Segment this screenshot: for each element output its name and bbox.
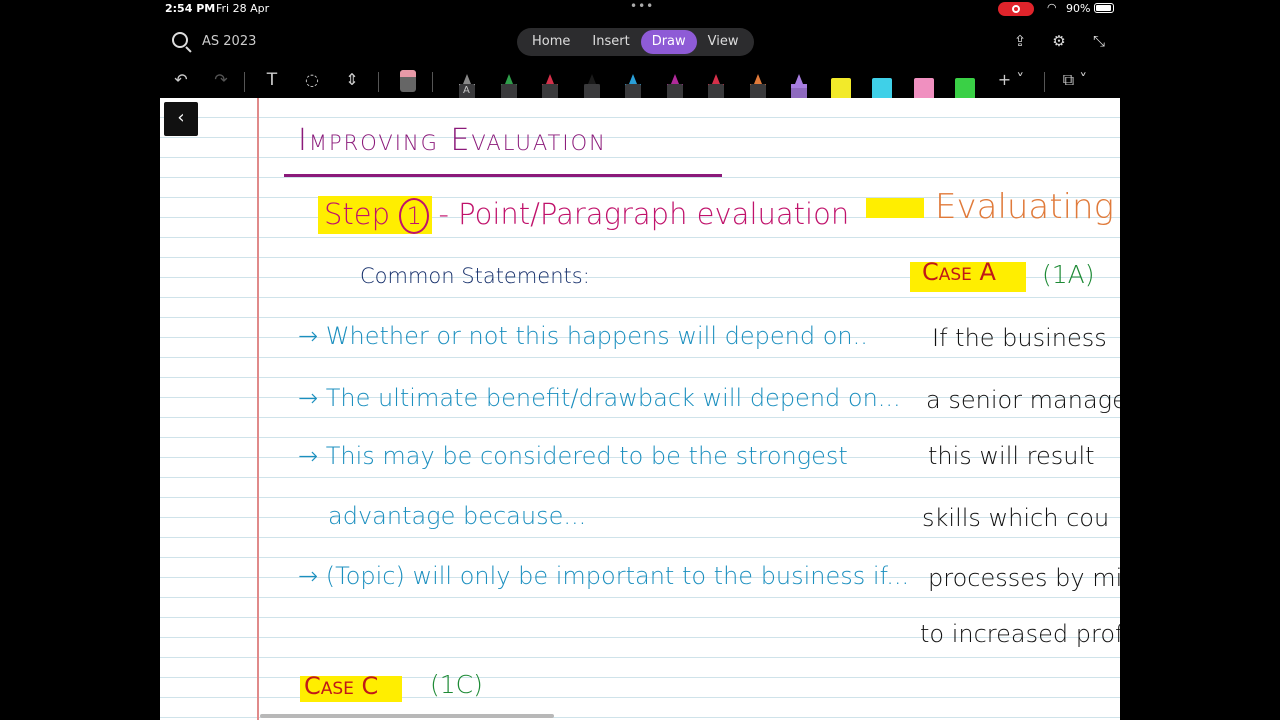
collapse-icon[interactable]: ⤡: [1090, 32, 1108, 50]
pen-tool-1[interactable]: A: [459, 66, 475, 98]
highlighter-pink[interactable]: [914, 78, 934, 98]
pen-label: A: [463, 85, 470, 96]
wifi-icon: ◠: [1047, 1, 1057, 14]
step-label: Step: [324, 197, 391, 231]
yellow-mark: [866, 198, 924, 218]
bullet-3-continued: advantage because...: [328, 502, 587, 530]
battery-icon: [1094, 3, 1114, 13]
search-icon[interactable]: [172, 32, 188, 48]
gear-icon[interactable]: ⚙: [1050, 32, 1068, 50]
step-heading: Step 1 - Point/Paragraph evaluation: [324, 198, 849, 234]
undo-icon[interactable]: ↶: [170, 70, 192, 89]
step-number: 1: [399, 198, 430, 234]
back-button[interactable]: ‹: [164, 102, 198, 136]
evaluating-heading: Evaluating be: [935, 187, 1120, 227]
case-a-line-3: this will result: [928, 442, 1095, 470]
case-a-line-1: If the business: [932, 324, 1107, 352]
pen-tool-5[interactable]: [625, 66, 641, 98]
bullet-4: → (Topic) will only be important to the …: [298, 562, 910, 590]
screen-recording-icon[interactable]: [998, 2, 1034, 16]
pen-tool-8[interactable]: [750, 66, 766, 98]
case-a-line-6: to increased prof: [920, 620, 1120, 648]
ipad-screen: 2:54 PM Fri 28 Apr ••• ◠ 90% AS 2023 Hom…: [160, 0, 1120, 720]
bullet-2-text: The ultimate benefit/drawback will depen…: [325, 384, 901, 412]
bullet-4-text: (Topic) will only be important to the bu…: [325, 562, 910, 590]
share-icon[interactable]: ⇪: [1011, 32, 1029, 50]
pen-tool-9-selected[interactable]: [791, 64, 807, 98]
case-c-code: (1C): [430, 670, 483, 699]
text-tool-icon[interactable]: T: [261, 70, 283, 90]
tab-draw[interactable]: Draw: [640, 30, 697, 54]
page-margin-line: [257, 98, 259, 720]
title-underline: [284, 174, 722, 177]
notebook-page[interactable]: ‹ Improving Evaluation Step 1 - Point/Pa…: [160, 98, 1120, 720]
app-header: AS 2023 Home Insert Draw View ⇪ ⚙ ⤡: [160, 22, 1120, 62]
status-time: 2:54 PM: [165, 2, 216, 15]
case-a-line-4: skills which cou: [922, 504, 1110, 532]
chevron-left-icon: ‹: [177, 107, 185, 128]
horizontal-scrollbar[interactable]: [260, 714, 554, 718]
bullet-2: → The ultimate benefit/drawback will dep…: [298, 384, 901, 412]
status-date: Fri 28 Apr: [216, 2, 270, 15]
highlighter-cyan[interactable]: [872, 78, 892, 98]
ribbon-tabs: Home Insert Draw View: [517, 28, 754, 56]
common-statements-heading: Common Statements:: [360, 264, 590, 288]
bullet-3-text: This may be considered to be the stronge…: [325, 442, 848, 470]
bullet-1-text: Whether or not this happens will depend …: [325, 322, 868, 350]
status-bar: 2:54 PM Fri 28 Apr ••• ◠ 90%: [160, 0, 1120, 18]
highlighter-yellow[interactable]: [831, 78, 851, 98]
bullet-3: → This may be considered to be the stron…: [298, 442, 848, 470]
step-text: - Point/Paragraph evaluation: [429, 197, 850, 231]
tab-insert[interactable]: Insert: [581, 30, 640, 54]
case-a-label: Case A: [922, 258, 996, 286]
pen-tool-6[interactable]: [667, 66, 683, 98]
case-a-code: (1A): [1042, 260, 1095, 289]
highlighter-green[interactable]: [955, 78, 975, 98]
tab-view[interactable]: View: [697, 30, 750, 54]
pen-tool-4[interactable]: [584, 66, 600, 98]
case-a-line-2: a senior manage: [926, 386, 1120, 414]
add-pen-icon[interactable]: + ˅: [994, 70, 1028, 89]
eraser-tool[interactable]: [400, 70, 416, 92]
insert-space-icon[interactable]: ⇕: [341, 70, 363, 89]
redo-icon[interactable]: ↷: [210, 70, 232, 89]
document-title[interactable]: AS 2023: [202, 34, 256, 49]
case-c-label: Case C: [304, 672, 379, 700]
note-title: Improving Evaluation: [298, 123, 607, 158]
pen-tool-7[interactable]: [708, 66, 724, 98]
bullet-1: → Whether or not this happens will depen…: [298, 322, 868, 350]
lasso-select-icon[interactable]: ◌: [301, 70, 323, 89]
battery-percent: 90%: [1066, 2, 1091, 15]
case-a-line-5: processes by minin: [928, 564, 1120, 592]
pen-tool-3[interactable]: [542, 66, 558, 98]
pen-tool-2[interactable]: [501, 66, 517, 98]
multitasking-dots-icon[interactable]: •••: [630, 0, 654, 13]
shapes-icon[interactable]: ⧉ ˅: [1058, 70, 1092, 90]
tab-home[interactable]: Home: [521, 30, 581, 54]
draw-toolbar: ↶ ↷ T ◌ ⇕ A + ˅ ⧉ ˅: [160, 64, 1120, 98]
